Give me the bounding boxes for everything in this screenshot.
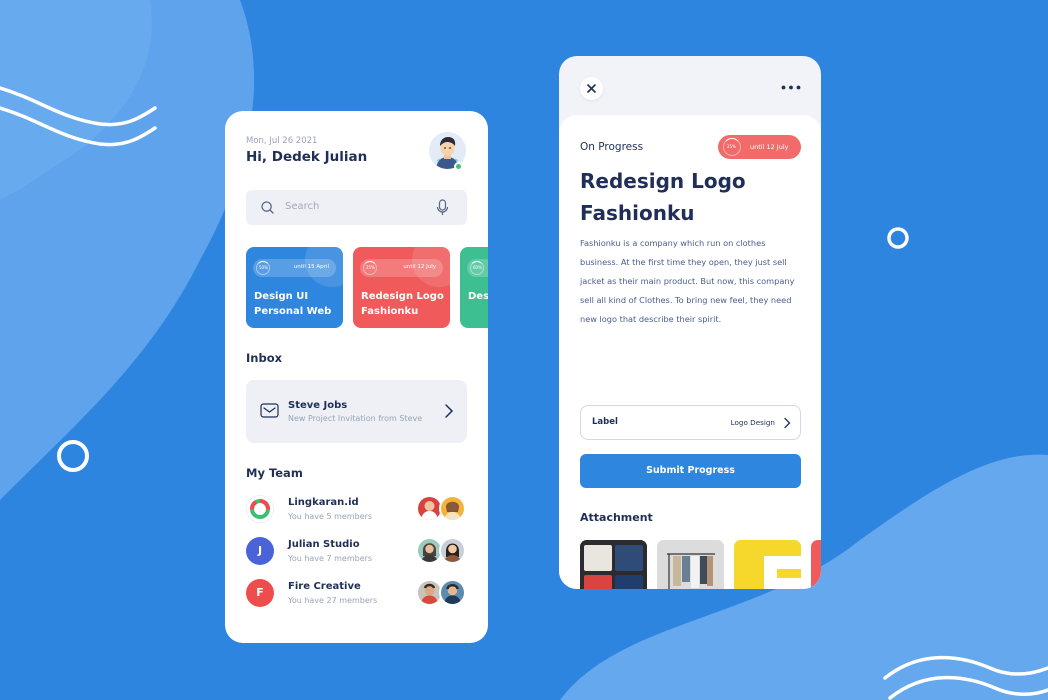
team-item[interactable]: F Fire Creative You have 27 members: [246, 579, 467, 609]
search-input[interactable]: Search: [285, 201, 319, 212]
yellow-logo-mockup-icon: [734, 540, 801, 589]
close-button[interactable]: [580, 77, 603, 100]
project-title: Redesign Logo Fashionku: [361, 291, 444, 317]
inbox-message[interactable]: Steve Jobs New Project Invitation from S…: [246, 380, 467, 443]
lingkaran-logo-icon: [249, 499, 270, 519]
due-date: until 12 July: [403, 264, 436, 270]
project-title: Redesign Logo Fashionku: [580, 169, 746, 225]
project-status: On Progress: [580, 141, 644, 153]
project-card[interactable]: 50% until 15 April Design UI Personal We…: [246, 247, 343, 328]
team-members: You have 27 members: [288, 596, 378, 605]
label-key: Label: [592, 417, 618, 427]
person-photo-icon: [444, 584, 461, 604]
due-date: until 15 April: [293, 264, 329, 270]
project-cards: 50% until 15 April Design UI Personal We…: [246, 247, 488, 329]
member-avatar: [439, 579, 466, 606]
attachment-thumbnail[interactable]: [580, 540, 647, 589]
team-logo: [246, 495, 274, 523]
project-title: Design UI Personal Web: [254, 291, 332, 317]
label-value: Logo Design: [730, 418, 775, 427]
message-subject: New Project Invitation from Steve: [288, 414, 423, 423]
detail-sheet: On Progress 25% until 12 July Redesign L…: [559, 115, 821, 589]
progress-pill: 25% until 12 July: [718, 135, 801, 159]
team-name: Julian Studio: [288, 539, 360, 550]
team-logo: F: [246, 579, 274, 607]
due-date: until 12 July: [750, 143, 789, 151]
person-photo-icon: [444, 543, 461, 562]
progress-percent: 50%: [259, 265, 268, 270]
team-item[interactable]: Lingkaran.id You have 5 members: [246, 495, 467, 525]
background: [0, 0, 1048, 700]
team-name: Lingkaran.id: [288, 497, 359, 508]
project-title: Design Note: [468, 291, 488, 302]
microphone-icon[interactable]: [436, 199, 449, 216]
clothing-rack-photo-icon: [657, 540, 724, 589]
attachment-thumbnail[interactable]: [734, 540, 801, 589]
attachment-thumbnail[interactable]: [811, 540, 821, 589]
progress-pill: 50% until 15 April: [253, 259, 336, 277]
chevron-right-icon: [784, 417, 791, 429]
team-members: You have 5 members: [288, 512, 373, 521]
label-selector[interactable]: Label Logo Design: [580, 405, 801, 440]
progress-percent: 60%: [473, 265, 482, 270]
online-status-dot: [454, 162, 463, 171]
progress-pill: 25% until 12 July: [360, 259, 443, 277]
project-card[interactable]: 60% Design Note: [460, 247, 488, 328]
team-heading: My Team: [246, 466, 303, 480]
search-bar[interactable]: Search: [246, 190, 467, 225]
progress-percent: 25%: [727, 144, 736, 149]
more-horizontal-icon[interactable]: [781, 85, 801, 90]
member-avatar: [439, 495, 466, 522]
home-screen: Mon, Jul 26 2021 Hi, Dedek Julian Search: [225, 111, 488, 643]
inbox-heading: Inbox: [246, 351, 283, 365]
progress-pill: 60%: [467, 259, 488, 277]
attachment-thumbnail[interactable]: [657, 540, 724, 589]
progress-percent: 25%: [366, 265, 375, 270]
person-photo-icon: [444, 501, 461, 520]
message-sender: Steve Jobs: [288, 400, 348, 411]
team-item[interactable]: J Julian Studio You have 7 members: [246, 537, 467, 567]
attachment-heading: Attachment: [580, 511, 653, 524]
project-card[interactable]: 25% until 12 July Redesign Logo Fashionk…: [353, 247, 450, 328]
folded-clothes-photo-icon: [580, 540, 647, 589]
person-photo-icon: [421, 543, 438, 562]
person-photo-icon: [421, 501, 438, 520]
person-photo-icon: [421, 583, 438, 604]
submit-progress-button[interactable]: Submit Progress: [580, 454, 801, 488]
search-icon: [261, 201, 274, 214]
team-members: You have 7 members: [288, 554, 373, 563]
member-avatar: [439, 537, 466, 564]
project-detail-screen: On Progress 25% until 12 July Redesign L…: [559, 56, 821, 589]
close-icon: [587, 84, 596, 93]
greeting: Hi, Dedek Julian: [246, 149, 368, 165]
mail-icon: [260, 403, 279, 418]
project-description: Fashionku is a company which run on clot…: [580, 238, 795, 324]
team-name: Fire Creative: [288, 581, 361, 592]
team-logo: J: [246, 537, 274, 565]
current-date: Mon, Jul 26 2021: [246, 136, 318, 146]
chevron-right-icon: [445, 404, 454, 418]
